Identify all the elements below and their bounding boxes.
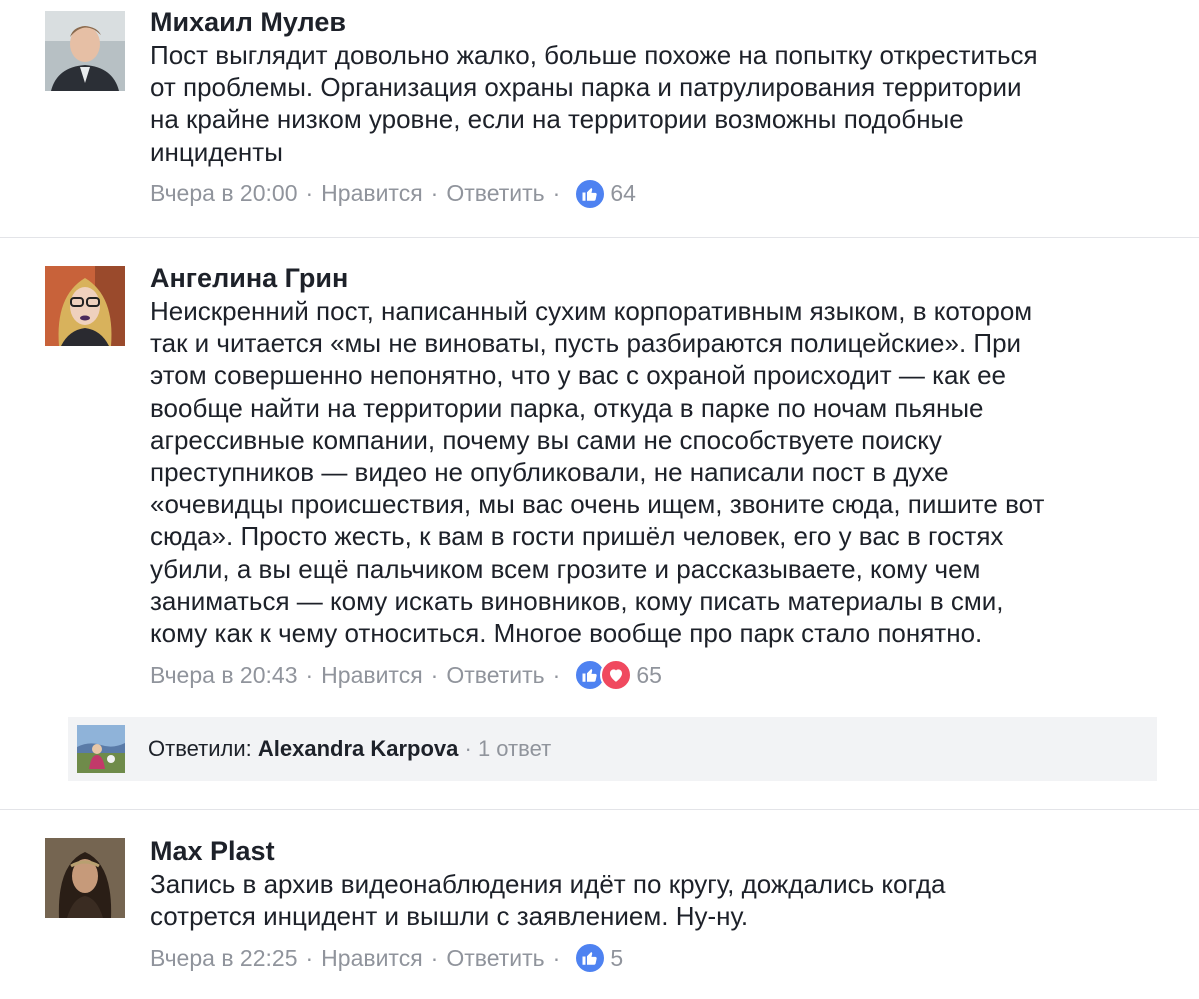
- reply-avatar: [77, 725, 125, 773]
- replies-prefix: Ответили:: [148, 736, 258, 761]
- comment-text-line: убили, а вы ещё пальчиком всем грозите и…: [150, 553, 981, 584]
- reply-link[interactable]: Ответить: [446, 945, 544, 972]
- view-replies-button[interactable]: Ответили: Alexandra Karpova · 1 ответ: [68, 717, 1157, 781]
- comment-text-line: агрессивные компании, почему вы сами не …: [150, 424, 942, 455]
- comment-author[interactable]: Max Plast: [150, 835, 1160, 867]
- comment-text-line: от проблемы. Организация охраны парка и …: [150, 72, 1022, 103]
- timestamp-link[interactable]: Вчера в 20:00: [150, 180, 298, 207]
- comment-meta: Вчера в 22:25 · Нравится · Ответить · 5: [150, 941, 1160, 975]
- comment-text-line: на крайне низком уровне, если на террито…: [150, 104, 964, 135]
- meta-separator: ·: [305, 944, 314, 971]
- reaction-count: 65: [636, 661, 662, 688]
- comment-text-line: Пост выглядит довольно жалко, больше пох…: [150, 40, 1038, 70]
- meta-separator: ·: [430, 661, 439, 688]
- meta-separator: ·: [430, 180, 439, 207]
- comment-text-line: «очевидцы происшествия, мы вас очень ище…: [150, 489, 1045, 520]
- comment-text-line: сюда». Просто жесть, к вам в гости пришё…: [150, 521, 1004, 552]
- meta-separator: ·: [430, 944, 439, 971]
- like-icon: [574, 177, 607, 210]
- divider: [0, 809, 1199, 810]
- replies-count: 1 ответ: [477, 736, 552, 761]
- meta-separator: ·: [552, 944, 561, 971]
- timestamp-link[interactable]: Вчера в 20:43: [150, 662, 298, 689]
- reactions[interactable]: 64: [574, 177, 636, 210]
- heart-icon: [600, 659, 633, 692]
- comment-text-line: Запись в архив видеонаблюдения идёт по к…: [150, 869, 946, 899]
- like-link[interactable]: Нравится: [321, 180, 423, 207]
- comment-text-line: кому как к чему относиться. Многое вообщ…: [150, 618, 983, 649]
- replies-separator: ·: [458, 736, 478, 761]
- like-icon: [574, 942, 607, 975]
- comment-text-line: преступников — видео не опубликовали, не…: [150, 457, 949, 488]
- replier-name: Alexandra Karpova: [257, 736, 459, 761]
- reaction-count: 5: [610, 944, 624, 971]
- comment-text-line: сотрется инцидент и вышли с заявлением. …: [150, 901, 749, 932]
- meta-separator: ·: [552, 180, 561, 207]
- comment-text-line: Неискренний пост, написанный сухим корпо…: [150, 296, 1033, 326]
- comment-author[interactable]: Михаил Мулев: [150, 6, 1160, 38]
- divider: [0, 237, 1199, 238]
- like-link[interactable]: Нравится: [321, 945, 423, 972]
- comment-meta: Вчера в 20:00 · Нравится · Ответить · 64: [150, 177, 1160, 211]
- reactions[interactable]: 65: [574, 659, 662, 692]
- comments-feed: Михаил Мулев Пост выглядит довольно жалк…: [0, 0, 1199, 999]
- comment-text-line: заниматься — кому искать виновников, ком…: [150, 585, 1004, 616]
- reply-link[interactable]: Ответить: [446, 180, 544, 207]
- comment-text-line: этом совершенно непонятно, что у вас с о…: [150, 360, 1006, 391]
- timestamp-link[interactable]: Вчера в 22:25: [150, 945, 298, 972]
- comment-text-line: инциденты: [150, 136, 283, 167]
- comment-text-line: так и читается «мы не виноваты, пусть ра…: [150, 328, 1022, 359]
- reaction-count: 64: [610, 180, 636, 207]
- avatar[interactable]: [45, 11, 125, 91]
- comment-author[interactable]: Ангелина Грин: [150, 262, 1160, 294]
- comment-meta: Вчера в 20:43 · Нравится · Ответить · 65: [150, 658, 1160, 692]
- avatar[interactable]: [45, 838, 125, 918]
- meta-separator: ·: [305, 661, 314, 688]
- reactions[interactable]: 5: [574, 942, 624, 975]
- meta-separator: ·: [552, 661, 561, 688]
- reply-link[interactable]: Ответить: [446, 662, 544, 689]
- avatar[interactable]: [45, 266, 125, 346]
- replies-summary: Ответили: Alexandra Karpova · 1 ответ: [148, 736, 551, 762]
- meta-separator: ·: [305, 180, 314, 207]
- comment-text-line: вообще найти на территории парка, откуда…: [150, 392, 984, 423]
- like-link[interactable]: Нравится: [321, 662, 423, 689]
